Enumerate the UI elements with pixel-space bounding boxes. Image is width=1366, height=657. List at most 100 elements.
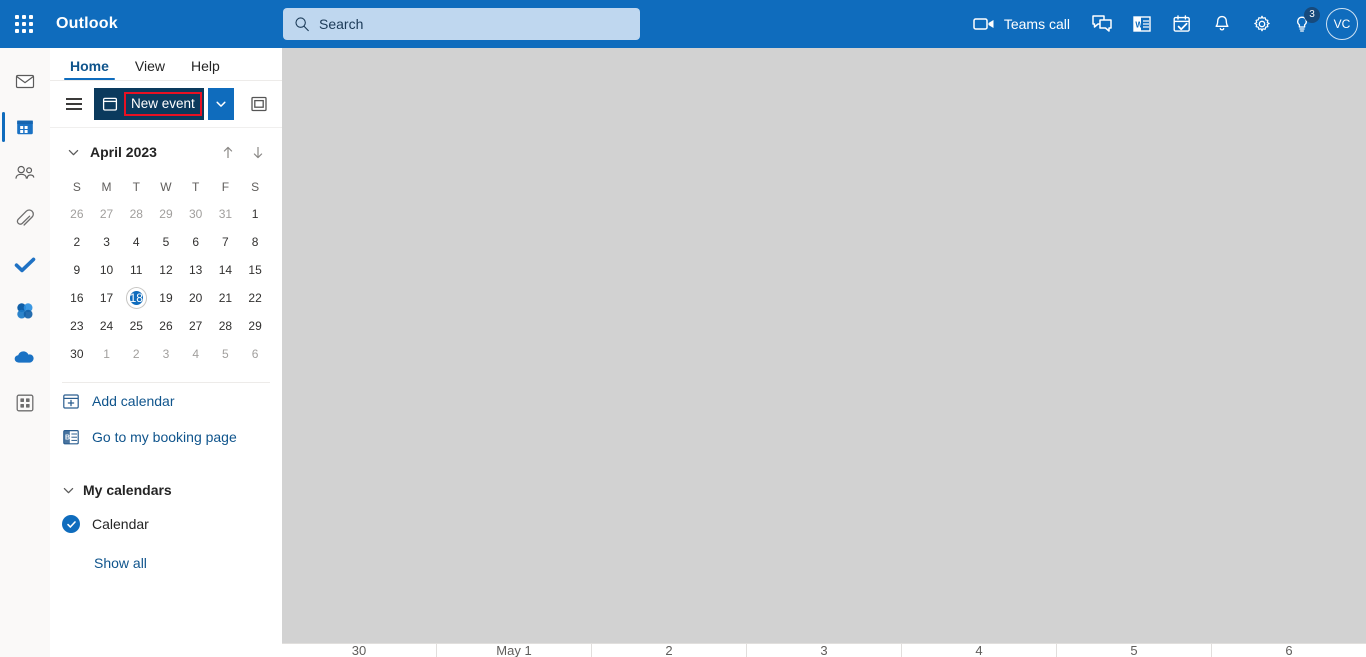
add-calendar-link[interactable]: Add calendar [50,383,282,419]
mini-calendar-day[interactable]: 26 [151,312,181,340]
mini-calendar-day[interactable]: 10 [92,256,122,284]
rail-item-to-do[interactable] [0,242,50,288]
rail-item-mail[interactable] [0,58,50,104]
mini-calendar-day[interactable]: 25 [121,312,151,340]
mini-calendar-day[interactable]: 22 [240,284,270,312]
mini-calendar-day[interactable]: 5 [211,340,241,368]
mini-calendar-day[interactable]: 27 [92,200,122,228]
booking-page-link[interactable]: B Go to my booking page [50,419,282,455]
mini-calendar-day[interactable]: 24 [92,312,122,340]
mini-calendar-day[interactable]: 28 [121,200,151,228]
bookings-icon: B [63,429,79,445]
avatar[interactable]: VC [1326,8,1358,40]
mini-calendar-day[interactable]: 2 [121,340,151,368]
week-day-column[interactable]: 3 [747,644,902,657]
mini-calendar-day[interactable]: 1 [240,200,270,228]
chat-button[interactable] [1082,0,1122,48]
to-do-button[interactable] [1162,0,1202,48]
new-event-dropdown-button[interactable] [207,88,234,120]
week-day-label: 30 [351,643,367,657]
mini-calendar-day[interactable]: 19 [151,284,181,312]
week-day-column[interactable]: 30 [282,644,437,657]
week-day-column[interactable]: 2 [592,644,747,657]
mini-calendar-day[interactable]: 1 [92,340,122,368]
mini-calendar-week-row: 16 17 18 19 20 21 22 [62,284,270,312]
calendar-checkbox[interactable] [62,515,80,533]
mini-calendar-day-selected: 18 [129,291,143,305]
mini-calendar-day[interactable]: 16 [62,284,92,312]
mini-calendar-day[interactable]: 3 [151,340,181,368]
mini-calendar-day[interactable]: 6 [240,340,270,368]
help-tips-button[interactable]: 3 [1282,0,1322,48]
arrow-down-icon [253,146,263,158]
brand-title[interactable]: Outlook [56,15,118,33]
tab-help[interactable]: Help [185,58,226,80]
week-day-column[interactable]: 5 [1057,644,1212,657]
office-apps-button[interactable]: W [1122,0,1162,48]
toggle-navigation-button[interactable] [58,88,90,120]
calendar-loading-overlay [282,48,1366,643]
mini-calendar-day[interactable]: 15 [240,256,270,284]
app-rail [0,48,50,657]
teams-call-button[interactable]: Teams call [963,0,1082,48]
mini-calendar-day[interactable]: 30 [62,340,92,368]
mini-calendar-day-number: 5 [222,347,229,361]
new-event-button[interactable]: New event [94,88,204,120]
mini-calendar-day[interactable]: 5 [151,228,181,256]
mini-calendar-day[interactable]: 21 [211,284,241,312]
mini-calendar: April 2023 S M T W T F S 26 27 28 29 30 … [50,128,282,368]
mini-calendar-day-number: 4 [132,235,140,249]
mini-calendar-collapse-button[interactable] [62,141,84,163]
mini-calendar-day[interactable]: 18 [121,284,151,312]
rail-item-viva-engage[interactable] [0,288,50,334]
rail-item-more-apps[interactable] [0,380,50,426]
mini-calendar-day[interactable]: 31 [211,200,241,228]
rail-item-onedrive[interactable] [0,334,50,380]
mini-calendar-day[interactable]: 28 [211,312,241,340]
mini-calendar-day[interactable]: 26 [62,200,92,228]
mini-calendar-day[interactable]: 17 [92,284,122,312]
show-all-calendars-link[interactable]: Show all [50,555,282,571]
rail-item-people[interactable] [0,150,50,196]
notifications-button[interactable] [1202,0,1242,48]
mini-calendar-day[interactable]: 30 [181,200,211,228]
mini-calendar-week-row: 9 10 11 12 13 14 15 [62,256,270,284]
mini-calendar-day[interactable]: 2 [62,228,92,256]
mini-calendar-day[interactable]: 13 [181,256,211,284]
mini-calendar-day[interactable]: 4 [181,340,211,368]
mini-calendar-day[interactable]: 3 [92,228,122,256]
week-day-column[interactable]: 6 [1212,644,1366,657]
mini-calendar-day[interactable]: 11 [121,256,151,284]
mini-calendar-title[interactable]: April 2023 [90,144,210,160]
settings-button[interactable] [1242,0,1282,48]
week-day-header-strip: 30 May 1 2 3 4 5 6 [282,643,1366,657]
search-box[interactable]: Search [283,8,640,40]
calendar-list-item[interactable]: Calendar [50,507,282,541]
mini-calendar-day[interactable]: 29 [151,200,181,228]
reading-pane-toggle-button[interactable] [244,89,274,119]
tab-view[interactable]: View [129,58,171,80]
week-day-column[interactable]: May 1 [437,644,592,657]
mini-calendar-day[interactable]: 8 [240,228,270,256]
rail-item-calendar[interactable] [0,104,50,150]
mini-calendar-day[interactable]: 9 [62,256,92,284]
mini-calendar-day[interactable]: 23 [62,312,92,340]
mini-calendar-day[interactable]: 29 [240,312,270,340]
tab-home[interactable]: Home [64,58,115,80]
mini-calendar-day[interactable]: 27 [181,312,211,340]
mini-calendar-day[interactable]: 7 [211,228,241,256]
mini-calendar-day[interactable]: 4 [121,228,151,256]
app-launcher-button[interactable] [0,0,48,48]
mini-calendar-prev-button[interactable] [216,140,240,164]
mini-calendar-day[interactable]: 6 [181,228,211,256]
search-input[interactable]: Search [319,16,363,32]
week-day-column[interactable]: 4 [902,644,1057,657]
mini-calendar-day[interactable]: 12 [151,256,181,284]
svg-text:W: W [1135,20,1143,29]
mini-calendar-day[interactable]: 14 [211,256,241,284]
my-calendars-header[interactable]: My calendars [50,473,282,507]
rail-item-files[interactable] [0,196,50,242]
mini-calendar-next-button[interactable] [246,140,270,164]
reading-pane-icon [251,96,267,112]
mini-calendar-day[interactable]: 20 [181,284,211,312]
